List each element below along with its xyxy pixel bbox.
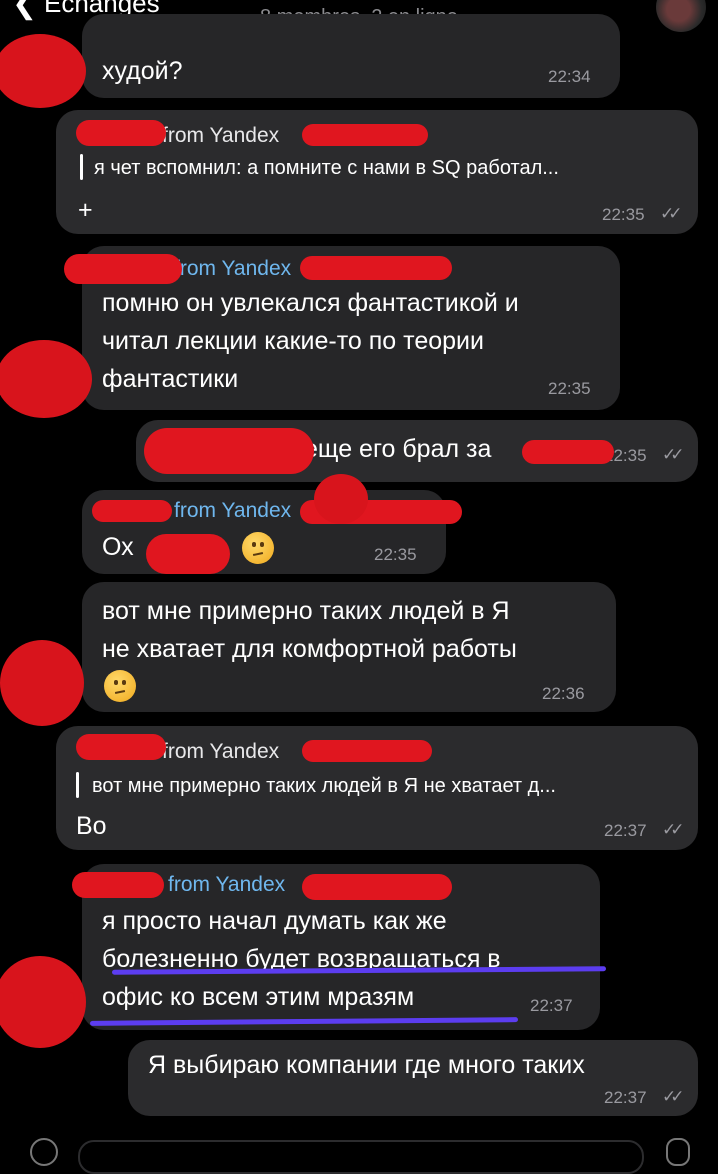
microphone-icon[interactable]: [666, 1138, 690, 1166]
message-time: 22:35: [548, 379, 591, 398]
redacted-name: [300, 256, 452, 280]
redacted-text: [144, 428, 314, 474]
message-text: Ох: [102, 533, 134, 561]
message-text: я просто начал думать как же: [102, 907, 447, 935]
redacted-name: [302, 874, 452, 900]
sender-name: from Yandex: [162, 124, 280, 147]
message-text: читал лекции какие-то по теории: [102, 327, 484, 355]
message-time: 22:37: [530, 996, 573, 1015]
thinking-face-emoji-icon: [104, 670, 136, 702]
message-time: 22:35: [374, 545, 417, 564]
message-time: 22:37: [604, 821, 647, 840]
redacted-avatar: [0, 956, 86, 1048]
reply-quote-bar: [80, 154, 83, 180]
double-check-icon: ✓✓: [662, 445, 684, 464]
redacted-name: [76, 734, 166, 760]
redacted-avatar: [0, 340, 92, 418]
redacted-name: [64, 254, 182, 284]
redacted-name: [92, 500, 172, 522]
message-bubble[interactable]: худой? 22:34: [82, 14, 620, 98]
reply-quote-bar: [76, 772, 79, 798]
message-text: Во: [76, 812, 107, 840]
message-time: 22:35: [602, 205, 645, 224]
sender-name: from Yandex: [162, 740, 280, 763]
redacted-name: [302, 740, 432, 762]
sender-name: from Yandex: [168, 873, 286, 896]
message-text: фантастики: [102, 365, 239, 393]
sender-name: from Yandex: [174, 257, 292, 280]
message-text: помню он увлекался фантастикой и: [102, 289, 519, 317]
redacted-name: [72, 872, 164, 898]
redacted-name: [302, 124, 428, 146]
redacted-text: [522, 440, 614, 464]
message-text: Я выбираю компании где много таких: [148, 1051, 585, 1079]
double-check-icon: ✓✓: [662, 1087, 684, 1106]
message-time: 22:37: [604, 1088, 647, 1107]
double-check-icon: ✓✓: [662, 820, 684, 839]
message-text: худой?: [102, 57, 183, 85]
message-input[interactable]: [78, 1140, 644, 1174]
reply-quote-text: я чет вспомнил: а помните с нами в SQ ра…: [94, 157, 559, 179]
redacted-text: [314, 474, 368, 524]
message-time: 22:34: [548, 67, 591, 86]
reply-quote-text: вот мне примерно таких людей в Я не хват…: [92, 775, 556, 797]
message-bubble[interactable]: Я выбираю компании где много таких 22:37…: [128, 1040, 698, 1116]
message-text: не хватает для комфортной работы: [102, 635, 517, 663]
message-time: 22:36: [542, 684, 585, 703]
redacted-name: [76, 120, 166, 146]
redacted-text: [146, 534, 230, 574]
message-text: офис ко всем этим мразям: [102, 983, 415, 1011]
double-check-icon: ✓✓: [660, 204, 682, 223]
message-text: +: [78, 196, 93, 224]
message-text: еще его брал за: [304, 435, 492, 463]
message-bubble[interactable]: вот мне примерно таких людей в Я не хват…: [82, 582, 616, 712]
redacted-avatar: [0, 34, 86, 108]
attach-icon[interactable]: [30, 1138, 58, 1166]
sender-name: from Yandex: [174, 499, 292, 522]
message-text: вот мне примерно таких людей в Я: [102, 597, 510, 625]
redacted-avatar: [0, 640, 84, 726]
confused-face-emoji-icon: [242, 532, 274, 564]
